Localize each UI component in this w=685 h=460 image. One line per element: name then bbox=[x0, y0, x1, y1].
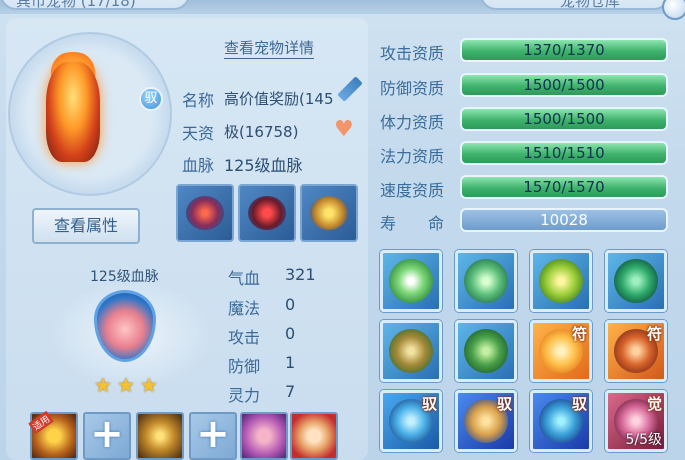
res-label-attack: 攻击资质 bbox=[380, 44, 445, 63]
stat-label-spirit: 灵力 bbox=[228, 386, 261, 405]
skill-beast[interactable] bbox=[455, 320, 517, 382]
res-bar-stamina: 1500/1500 bbox=[460, 107, 668, 131]
skill-blue-tiger[interactable]: 驭 bbox=[380, 390, 442, 452]
add-slot-button[interactable]: + bbox=[189, 412, 237, 460]
wing-icon bbox=[389, 259, 433, 303]
res-label-magic: 法力资质 bbox=[380, 147, 445, 166]
gold-necklace-icon bbox=[310, 196, 348, 230]
skill-heart-wing[interactable]: 符 bbox=[530, 320, 592, 382]
stat-label-hp: 气血 bbox=[228, 269, 261, 288]
equipment-slot-2[interactable] bbox=[238, 184, 296, 242]
pet-figure-icon bbox=[46, 62, 100, 162]
armor-ring-icon bbox=[186, 196, 224, 230]
bottom-slot-1[interactable]: 适用 bbox=[28, 410, 78, 460]
slot-tag: 适用 bbox=[28, 410, 54, 435]
res-label-speed: 速度资质 bbox=[380, 181, 445, 200]
bloodline-value: 125级血脉 bbox=[224, 156, 303, 175]
claw-necklace-icon bbox=[248, 196, 286, 230]
aptitude-value: 极(16758) bbox=[224, 123, 299, 141]
stat-value-spirit: 7 bbox=[285, 382, 296, 401]
skill-boot[interactable] bbox=[380, 320, 442, 382]
stat-label-mp: 魔法 bbox=[228, 299, 261, 318]
skill-wind[interactable] bbox=[455, 250, 517, 312]
stat-value-mp: 0 bbox=[285, 295, 296, 314]
bottom-slot-3[interactable] bbox=[136, 412, 184, 460]
stat-value-attack: 0 bbox=[285, 324, 296, 343]
skill-muscle[interactable]: 驭 bbox=[455, 390, 517, 452]
res-bar-lifespan: 10028 bbox=[460, 208, 668, 232]
stat-label-attack: 攻击 bbox=[228, 328, 261, 347]
res-bar-magic: 1510/1510 bbox=[460, 141, 668, 165]
boot-icon bbox=[389, 329, 433, 373]
res-label-lifespan: 寿 命 bbox=[380, 214, 445, 233]
skill-warrior[interactable]: 符 bbox=[605, 320, 667, 382]
res-bar-defense: 1500/1500 bbox=[460, 73, 668, 97]
stat-value-defense: 1 bbox=[285, 353, 296, 372]
bottom-slot-6[interactable] bbox=[290, 412, 338, 460]
star-icon: ★ bbox=[140, 373, 158, 397]
equipment-slot-3[interactable] bbox=[300, 184, 358, 242]
skill-tag: 驭 bbox=[421, 395, 437, 413]
wind-icon bbox=[464, 259, 508, 303]
stat-label-defense: 防御 bbox=[228, 357, 261, 376]
green-spirit-icon bbox=[614, 259, 658, 303]
res-label-stamina: 体力资质 bbox=[380, 113, 445, 132]
res-label-defense: 防御资质 bbox=[380, 79, 445, 98]
pet-list-tab[interactable]: 宾币宠物 (17/18) bbox=[0, 0, 190, 10]
skill-tag: 符 bbox=[646, 325, 662, 343]
res-bar-speed: 1570/1570 bbox=[460, 175, 668, 199]
stat-value-hp: 321 bbox=[285, 265, 316, 284]
star-icon: ★ bbox=[94, 373, 112, 397]
heart-icon[interactable]: ♥ bbox=[334, 119, 356, 141]
skill-tag: 符 bbox=[571, 325, 587, 343]
skill-tag: 驭 bbox=[496, 395, 512, 413]
skill-shield[interactable] bbox=[530, 250, 592, 312]
name-label: 名称 bbox=[182, 91, 215, 110]
bloodline-label: 血脉 bbox=[182, 156, 215, 175]
beast-icon bbox=[464, 329, 508, 373]
pet-storage-tab[interactable]: 宠物仓库 bbox=[480, 0, 670, 10]
skill-tag: 觉 bbox=[646, 395, 662, 413]
bottom-slot-5[interactable] bbox=[240, 412, 288, 460]
skill-awaken[interactable]: 觉 5/5级 bbox=[605, 390, 667, 452]
skill-green-spirit[interactable] bbox=[605, 250, 667, 312]
skill-giant[interactable]: 驭 bbox=[530, 390, 592, 452]
skill-level: 5/5级 bbox=[625, 432, 662, 448]
skill-wing[interactable] bbox=[380, 250, 442, 312]
shield-icon bbox=[539, 259, 583, 303]
tamed-badge: 驭 bbox=[139, 87, 163, 111]
skill-tag: 驭 bbox=[571, 395, 587, 413]
star-icon: ★ bbox=[117, 373, 135, 397]
view-pet-details-link[interactable]: 查看宠物详情 bbox=[224, 38, 315, 59]
aptitude-label: 天资 bbox=[182, 124, 215, 143]
close-button[interactable] bbox=[662, 0, 685, 20]
res-bar-attack: 1370/1370 bbox=[460, 38, 668, 62]
name-value: 高价值奖励(145 bbox=[224, 90, 334, 108]
equipment-slot-1[interactable] bbox=[176, 184, 234, 242]
view-attributes-button[interactable]: 查看属性 bbox=[32, 208, 140, 244]
add-slot-button[interactable]: + bbox=[83, 412, 131, 460]
